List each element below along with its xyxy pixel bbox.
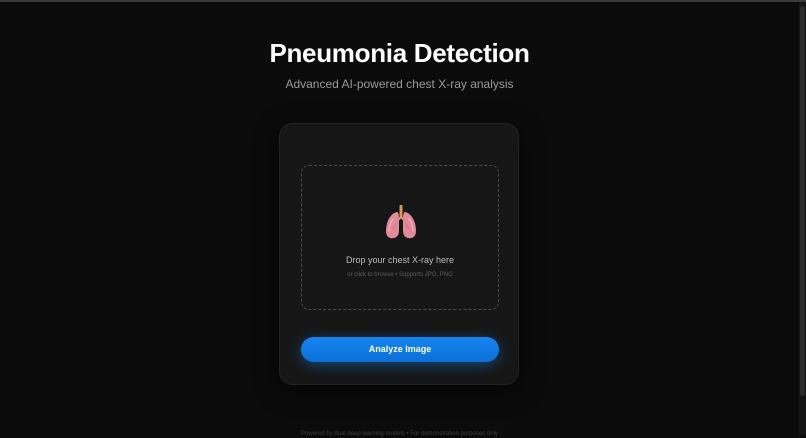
dropzone-hint: or click to browse • Supports JPG, PNG bbox=[347, 272, 453, 278]
page-subtitle: Advanced AI-powered chest X-ray analysis bbox=[285, 77, 514, 91]
page-title: Pneumonia Detection bbox=[269, 38, 530, 68]
scrollbar[interactable] bbox=[799, 2, 806, 435]
page: Pneumonia Detection Advanced AI-powered … bbox=[0, 0, 799, 437]
upload-dropzone[interactable]: Drop your chest X-ray here or click to b… bbox=[301, 165, 499, 310]
scrollbar-thumb[interactable] bbox=[800, 6, 805, 396]
lungs-icon bbox=[386, 205, 416, 239]
analyze-image-button[interactable]: Analyze Image bbox=[301, 337, 499, 362]
footer-text: Powered by dual deep learning models • F… bbox=[301, 431, 498, 437]
upload-card: Drop your chest X-ray here or click to b… bbox=[279, 123, 519, 385]
dropzone-title: Drop your chest X-ray here bbox=[345, 255, 455, 265]
